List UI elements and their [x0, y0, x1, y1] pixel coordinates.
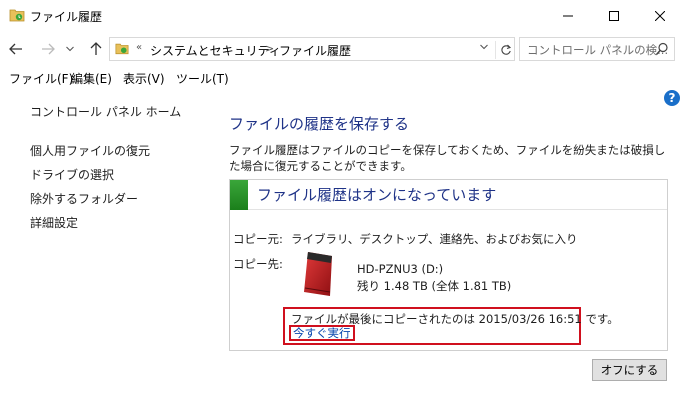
- close-icon: [655, 11, 665, 21]
- drive-icon: [304, 252, 332, 296]
- menu-bar: ファイル(F) 編集(E) 表示(V) ツール(T): [0, 67, 683, 89]
- exclude-folders-link[interactable]: 除外するフォルダー: [30, 190, 138, 207]
- question-icon: ?: [668, 91, 676, 105]
- maximize-button[interactable]: [591, 0, 637, 32]
- control-panel-home-link[interactable]: コントロール パネル ホーム: [30, 103, 181, 120]
- status-header: ファイル履歴はオンになっています: [230, 180, 667, 210]
- advanced-settings-link[interactable]: 詳細設定: [30, 214, 78, 231]
- copy-from-value: ライブラリ、デスクトップ、連絡先、およびお気に入り: [291, 232, 578, 246]
- back-arrow-icon: [9, 43, 22, 55]
- refresh-icon: [500, 44, 511, 55]
- navigation-bar: « システムとセキュリティ > ファイル履歴 コントロール パネルの検...: [0, 32, 683, 66]
- menu-tools[interactable]: ツール(T): [176, 70, 229, 87]
- copy-to-label: コピー先:: [233, 257, 283, 271]
- recent-locations-button[interactable]: [60, 39, 80, 59]
- breadcrumb-separator[interactable]: >: [265, 42, 274, 55]
- close-button[interactable]: [637, 0, 683, 32]
- page-description: ファイル履歴はファイルのコピーを保存しておくため、ファイルを紛失または破損した場…: [229, 143, 666, 173]
- menu-edit[interactable]: 編集(E): [71, 70, 112, 87]
- help-button[interactable]: ?: [664, 90, 680, 106]
- back-button[interactable]: [6, 39, 26, 59]
- window-title: ファイル履歴: [30, 10, 103, 24]
- forward-button[interactable]: [38, 39, 58, 59]
- status-indicator: [230, 180, 248, 210]
- up-button[interactable]: [86, 39, 106, 59]
- up-arrow-icon: [90, 42, 102, 55]
- breadcrumb-file-history[interactable]: ファイル履歴: [279, 42, 351, 59]
- refresh-button[interactable]: [495, 41, 515, 59]
- page-title: ファイルの履歴を保存する: [229, 115, 410, 133]
- menu-view[interactable]: 表示(V): [123, 70, 165, 87]
- file-history-icon: [9, 9, 25, 22]
- chevron-down-icon: [480, 44, 488, 50]
- maximize-icon: [609, 11, 619, 21]
- search-box[interactable]: コントロール パネルの検...: [519, 37, 675, 61]
- copy-from-label: コピー元:: [233, 232, 283, 246]
- address-bar[interactable]: « システムとセキュリティ > ファイル履歴: [109, 37, 515, 61]
- breadcrumb-overflow[interactable]: «: [136, 42, 142, 53]
- breadcrumb-system-security[interactable]: システムとセキュリティ: [150, 42, 281, 59]
- drive-name: HD-PZNU3 (D:): [357, 262, 444, 276]
- restore-files-link[interactable]: 個人用ファイルの復元: [30, 142, 150, 159]
- forward-arrow-icon: [42, 43, 55, 55]
- title-bar: ファイル履歴: [0, 0, 683, 32]
- select-drive-link[interactable]: ドライブの選択: [30, 166, 114, 183]
- turn-off-button[interactable]: オフにする: [592, 359, 667, 381]
- run-now-link[interactable]: 今すぐ実行: [289, 325, 355, 341]
- file-history-icon: [115, 43, 129, 55]
- minimize-icon: [563, 15, 573, 17]
- search-icon[interactable]: [655, 42, 669, 56]
- minimize-button[interactable]: [545, 0, 591, 32]
- status-title: ファイル履歴はオンになっています: [257, 186, 497, 204]
- address-dropdown-button[interactable]: [480, 43, 488, 53]
- chevron-down-icon: [66, 46, 74, 52]
- search-placeholder[interactable]: コントロール パネルの検...: [527, 42, 668, 58]
- menu-file[interactable]: ファイル(F): [9, 70, 73, 87]
- drive-space: 残り 1.48 TB (全体 1.81 TB): [357, 279, 512, 293]
